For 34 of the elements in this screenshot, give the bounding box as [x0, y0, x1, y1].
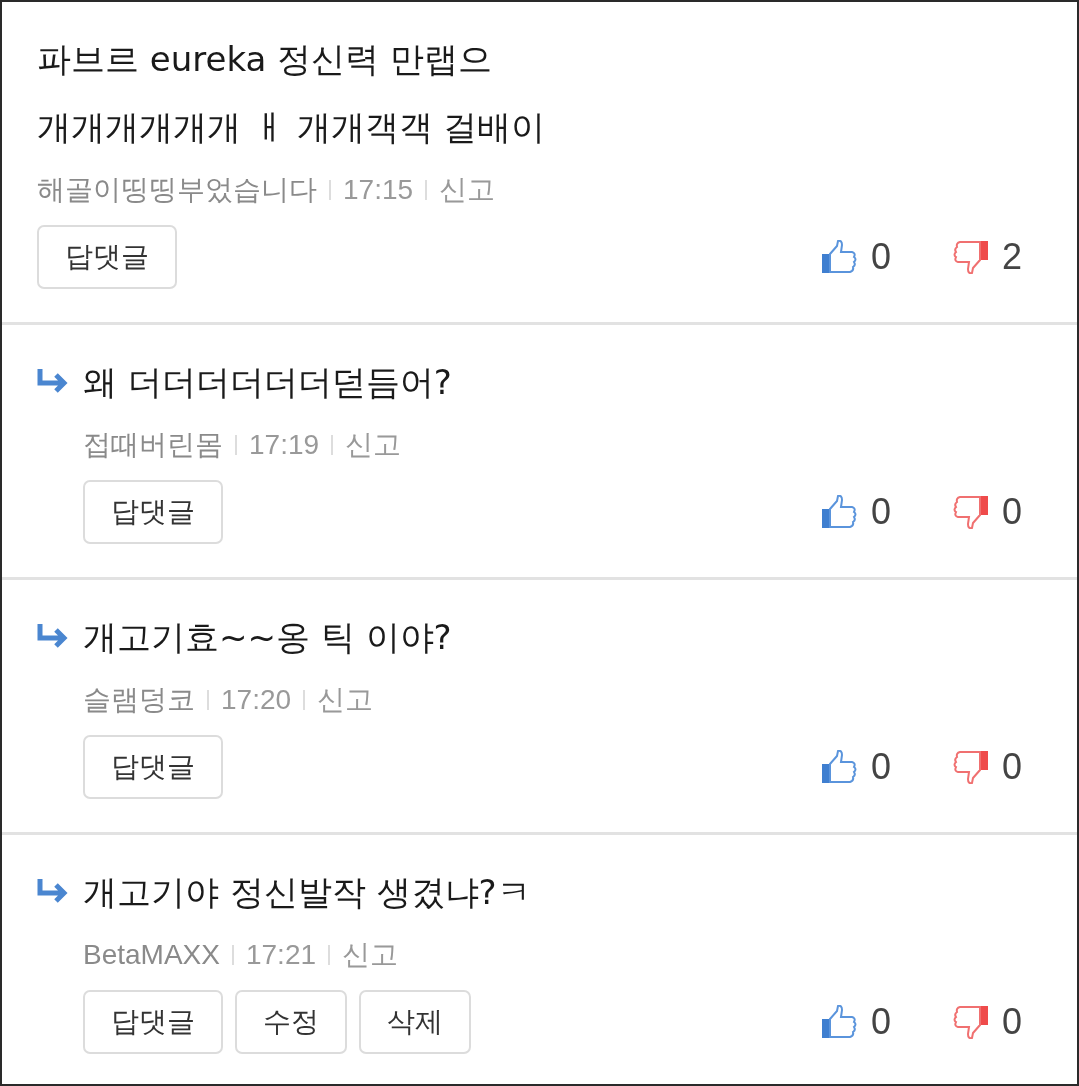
author-name: 슬램덩코 [83, 683, 195, 717]
like-count: 0 [871, 236, 891, 278]
author-name: BetaMAXX [83, 939, 220, 971]
action-button[interactable]: 수정 [235, 990, 347, 1054]
thumbs-down-icon[interactable] [952, 240, 989, 274]
thumbs-down-icon[interactable] [952, 1005, 989, 1039]
action-button[interactable]: 답댓글 [83, 480, 223, 544]
comment-time: 17:20 [221, 684, 292, 716]
comment-time: 17:15 [343, 174, 414, 206]
action-button[interactable]: 답댓글 [83, 735, 223, 799]
thumbs-up-icon[interactable] [821, 1005, 858, 1039]
action-button[interactable]: 삭제 [359, 990, 471, 1054]
dislike-count: 0 [1002, 1001, 1022, 1043]
thumbs-down-icon[interactable] [952, 750, 989, 784]
dislike-count: 0 [1002, 746, 1022, 788]
action-button[interactable]: 답댓글 [83, 990, 223, 1054]
thumbs-down-icon[interactable] [952, 495, 989, 529]
thumbs-up-icon[interactable] [821, 495, 858, 529]
like-count: 0 [871, 1001, 891, 1043]
comment-time: 17:19 [249, 429, 320, 461]
like-count: 0 [871, 491, 891, 533]
author-name: 접때버린몸 [83, 428, 223, 462]
thumbs-up-icon[interactable] [821, 240, 858, 274]
comment-text: 개고기야 정신발작 생겼냐?ㅋ [83, 871, 532, 914]
comment-time: 17:21 [245, 939, 317, 971]
like-count: 0 [871, 746, 891, 788]
dislike-count: 2 [1002, 236, 1022, 278]
thumbs-up-icon[interactable] [821, 750, 858, 784]
comment-text: 왜 더더더더더더덛듬어? [83, 361, 453, 404]
comment-text: 파브르 eureka 정신력 만랩으 개개개개개개 ㅐ 개개객객 걸배이 [37, 38, 547, 149]
author-name: 해골이띵띵부었습니다 [37, 173, 317, 207]
dislike-count: 0 [1002, 491, 1022, 533]
comment-text: 개고기효~~옹 틱 이야? [83, 616, 453, 659]
action-button[interactable]: 답댓글 [37, 225, 177, 289]
